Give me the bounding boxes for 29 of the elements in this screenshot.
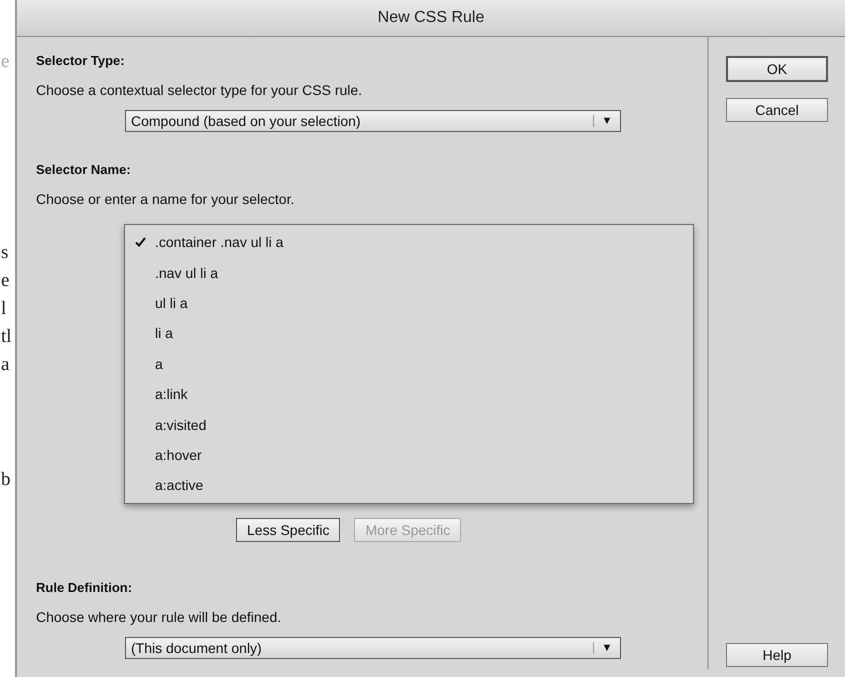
document-text: s xyxy=(0,241,10,265)
cancel-button[interactable]: Cancel xyxy=(726,98,828,122)
document-text: tl xyxy=(0,325,13,349)
list-item[interactable]: li a xyxy=(125,318,693,349)
instruction-text: Choose where your rule will be defined. xyxy=(36,608,282,625)
list-item[interactable]: a:active xyxy=(125,470,693,501)
document-text: e xyxy=(0,269,10,293)
specificity-button[interactable]: Less Specific xyxy=(236,518,340,542)
list-item[interactable]: .container .nav ul li a xyxy=(125,227,693,258)
instruction-text: Choose or enter a name for your selector. xyxy=(36,191,296,207)
ok-button[interactable]: OK xyxy=(726,56,828,82)
list-item[interactable]: .nav ul li a xyxy=(125,257,693,288)
window-title: New CSS Rule xyxy=(378,9,484,27)
list-item[interactable]: a:hover xyxy=(125,440,693,470)
rule-definition-dropdown[interactable]: (This document only) ▼ xyxy=(125,636,621,659)
section-heading: Selector Name: xyxy=(36,162,132,177)
instruction-text: Choose a contextual selector type for your CSS rule. xyxy=(36,82,364,98)
list-item[interactable]: ul li a xyxy=(125,288,693,318)
help-button[interactable]: Help xyxy=(726,643,828,667)
document-text: a xyxy=(0,353,10,377)
section-heading: Selector Type: xyxy=(36,53,126,68)
list-item[interactable]: a:visited xyxy=(125,409,693,440)
document-text: b xyxy=(0,468,12,492)
document-text: l xyxy=(0,297,8,321)
selector-type-dropdown[interactable]: Compound (based on your selection) ▼ xyxy=(125,110,621,132)
section-heading: Rule Definition: xyxy=(36,580,134,595)
list-item[interactable]: a:link xyxy=(125,378,693,410)
document-text: e xyxy=(0,50,10,74)
list-item[interactable]: a xyxy=(125,348,693,379)
